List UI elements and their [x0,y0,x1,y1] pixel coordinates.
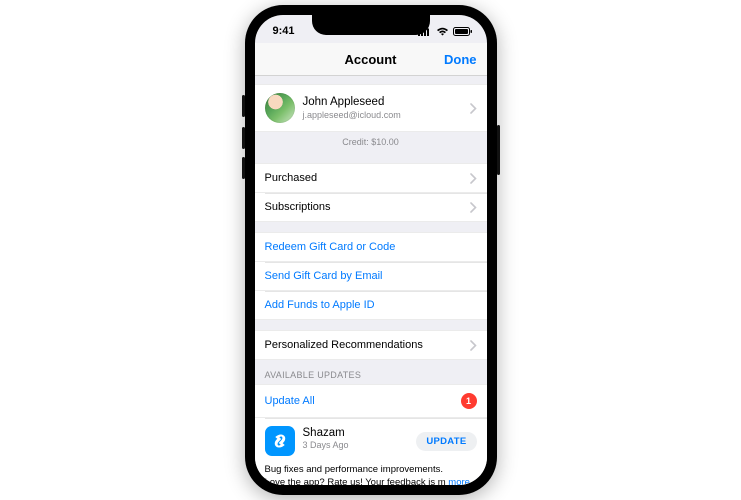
update-all-label: Update All [265,395,315,407]
notch [312,15,430,35]
chevron-right-icon [470,103,477,114]
update-all-row[interactable]: Update All 1 [255,384,487,418]
app-name: Shazam [303,426,349,440]
updates-header: AVAILABLE UPDATES [255,360,487,384]
profile-row[interactable]: John Appleseed j.appleseed@icloud.com [255,84,487,132]
personalized-row[interactable]: Personalized Recommendations [255,330,487,360]
chevron-right-icon [470,340,477,351]
release-notes: Bug fixes and performance improvements. … [255,464,487,485]
purchased-row[interactable]: Purchased [255,163,487,193]
purchased-label: Purchased [265,172,318,184]
chevron-right-icon [470,173,477,184]
phone-frame: 9:41 Account Done [245,5,497,495]
release-notes-text: Bug fixes and performance improvements. … [265,464,446,485]
credit-label: Credit: $10.00 [255,132,487,153]
subscriptions-row[interactable]: Subscriptions [255,193,487,222]
add-funds-row[interactable]: Add Funds to Apple ID [255,291,487,320]
shazam-app-icon [265,426,295,456]
profile-name: John Appleseed [303,96,401,110]
profile-email: j.appleseed@icloud.com [303,110,401,121]
nav-bar: Account Done [255,43,487,76]
subscriptions-label: Subscriptions [265,201,331,213]
redeem-label: Redeem Gift Card or Code [265,241,396,253]
send-gift-row[interactable]: Send Gift Card by Email [255,262,487,291]
more-link[interactable]: more [448,477,470,485]
status-time: 9:41 [273,25,295,37]
add-funds-label: Add Funds to Apple ID [265,299,375,311]
update-count-badge: 1 [461,393,477,409]
chevron-right-icon [470,202,477,213]
redeem-row[interactable]: Redeem Gift Card or Code [255,232,487,262]
content-scroll[interactable]: John Appleseed j.appleseed@icloud.com Cr… [255,76,487,485]
battery-icon [453,27,473,36]
personalized-label: Personalized Recommendations [265,339,423,351]
app-update-date: 3 Days Ago [303,440,349,451]
screen: 9:41 Account Done [255,15,487,485]
wifi-icon [436,27,449,36]
done-button[interactable]: Done [444,52,477,67]
page-title: Account [345,52,397,67]
update-button[interactable]: UPDATE [416,432,476,451]
app-row[interactable]: Shazam 3 Days Ago UPDATE [255,418,487,464]
send-gift-label: Send Gift Card by Email [265,270,383,282]
avatar [265,93,295,123]
